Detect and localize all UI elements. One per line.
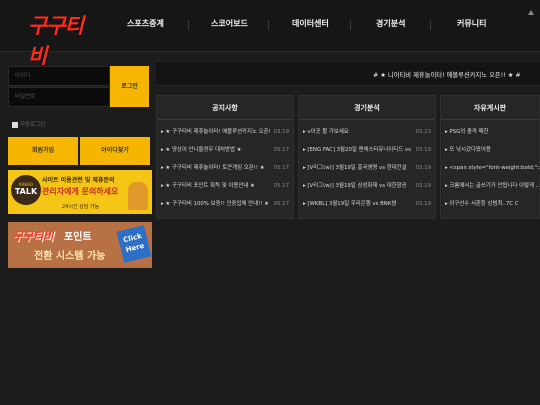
nav-data-center[interactable]: 데이터센터 [292,18,329,29]
remember-checkbox[interactable] [12,121,18,128]
free-row[interactable]: ▸ 크롬에서는 글쓰기가 안됩니다 이렇게 ... [441,177,539,195]
analysis-row[interactable]: ▸ [ENG FAC] 3월20일 맨체스터유나이티드 vs ... 03.19 [299,141,435,159]
signup-button[interactable]: 회원가입 [8,137,78,165]
nav-scoreboard[interactable]: 스코어보드 [211,18,248,29]
row-title: ▸ 이구선수 서혼등 상범최..7C C [445,201,519,207]
click-here-button[interactable]: Click Here [116,225,152,263]
point-banner-word: 포인트 [64,232,92,243]
notice-board: 공지사항 ▸ ★ 구구티비 제휴놀이터! 에볼루션카지노 오픈!! ★ 03.19… [156,95,294,219]
point-banner-line2: 전환 시스템 가능 [34,251,106,262]
free-row[interactable]: ▸ <span style="font-weight:bold;">크롬에서 [441,159,539,177]
analysis-row[interactable]: ▸ v이곳 할 가보세요 03.23 [299,123,435,141]
nav-game-analysis[interactable]: 경기분석 [376,18,405,29]
site-logo[interactable]: 구구티비 [28,10,90,68]
notice-row[interactable]: ▸ ★ 구구티비 포인트 획득 및 이용안내 ★ 05.17 [157,177,293,195]
remember-label: 자동로그인 [20,122,46,128]
kakao-banner-line2: 관리자에게 문의하세요 [42,187,119,196]
analysis-board: 경기분석 ▸ v이곳 할 가보세요 03.23 ▸ [ENG FAC] 3월20일… [298,95,436,219]
nav-sports-streaming[interactable]: 스포츠중계 [127,18,164,29]
nav-community[interactable]: 커뮤니티 [457,18,486,29]
notice-row[interactable]: ▸ ★ 구구티비 제휴놀이터! 토큰게임 오픈!! ★ 05.17 [157,159,293,177]
kakao-banner-line3: 24시간 상담 가능 [62,204,100,210]
row-title: ▸ <span style="font-weight:bold;">크롬에서 [445,165,539,171]
nav-divider [350,20,351,30]
kakao-contact-banner[interactable]: KAKAO TALK 사이트 이용관련 및 제휴문의 관리자에게 문의하세요 2… [8,170,152,214]
free-row[interactable]: ▸ 이구선수 서혼등 상범최..7C C [441,195,539,213]
user-id-input[interactable]: 아이디 [8,66,110,86]
free-row[interactable]: ▸ 또 낚시갔다왔어용 [441,141,539,159]
analysis-row[interactable]: ▸ [V리그(w)] 3월19일 흥국생명 vs 현대건설 03.19 [299,159,435,177]
nav-divider [268,20,269,30]
scroll-up-arrow-icon[interactable] [528,10,534,18]
notice-ticker-bar: # ★ 니어티비 제휴놀이터! 에볼루션카지노 오픈!! ★ # [156,62,540,86]
notice-row[interactable]: ▸ ★ 구구티비 100% 보증!! 인증업체 안내!! ★ 05.17 [157,195,293,213]
nav-divider [430,20,431,30]
analysis-row[interactable]: ▸ [V리그(w)] 3월19일 삼성화재 vs 대한항공 03.19 [299,177,435,195]
row-date: 03.19 [412,141,431,159]
free-board-title[interactable]: 자유게시판 [441,96,539,120]
row-date: 03.19 [412,159,431,177]
row-date: 03.19 [412,195,431,213]
find-id-button[interactable]: 아이디찾기 [80,137,150,165]
kakao-banner-line1: 사이트 이용관련 및 제휴문의 [42,177,115,184]
notice-board-title[interactable]: 공지사항 [157,96,293,120]
free-board: 자유게시판 ▸ PSG의 충격 패한 ▸ 또 낚시갔다왔어용 ▸ <span s… [440,95,540,219]
notice-row[interactable]: ▸ ★ 구구티비 제휴놀이터! 에볼루션카지노 오픈!! ★ 03.19 [157,123,293,141]
row-date: 03.23 [412,123,431,141]
notice-row[interactable]: ▸ ★ 땅상이 안니울경우 대처방법 ★ 05.17 [157,141,293,159]
notice-ticker-text[interactable]: # ★ 니어티비 제휴놀이터! 에볼루션카지노 오픈!! ★ # [373,70,521,79]
row-title: ▸ PSG의 충격 패한 [445,129,489,135]
row-date: 05.17 [270,159,289,177]
row-date: 05.17 [270,177,289,195]
remember-login[interactable]: 자동로그인 [12,120,45,128]
login-button[interactable]: 로그인 [110,66,149,107]
nav-divider [188,20,189,30]
row-title: ▸ 크롬에서는 글쓰기가 안됩니다 이렇게 ... [445,183,539,189]
row-date: 05.17 [270,195,289,213]
analysis-row[interactable]: ▸ [WKBL] 3월19일 우리은행 vs BNK썸 03.19 [299,195,435,213]
point-banner-brand: 구구티비 [13,230,54,243]
row-date: 03.19 [412,177,431,195]
row-date: 03.19 [270,123,289,141]
free-row[interactable]: ▸ PSG의 충격 패한 [441,123,539,141]
character-illustration [128,182,148,210]
click-here-label: Click Here [122,232,146,255]
point-conversion-banner[interactable]: 구구티비 포인트 전환 시스템 가능 Click Here [8,222,152,268]
row-title: ▸ 또 낚시갔다왔어용 [445,147,491,153]
kakaotalk-logo-icon: KAKAO TALK [11,175,41,205]
kakao-logo-big: TALK [14,187,38,196]
site-header: 구구티비 스포츠중계 스코어보드 데이터센터 경기분석 커뮤니티 [0,0,540,68]
row-date: 05.17 [270,141,289,159]
analysis-board-title[interactable]: 경기분석 [299,96,435,120]
password-input[interactable]: 비밀번호 [8,87,110,107]
